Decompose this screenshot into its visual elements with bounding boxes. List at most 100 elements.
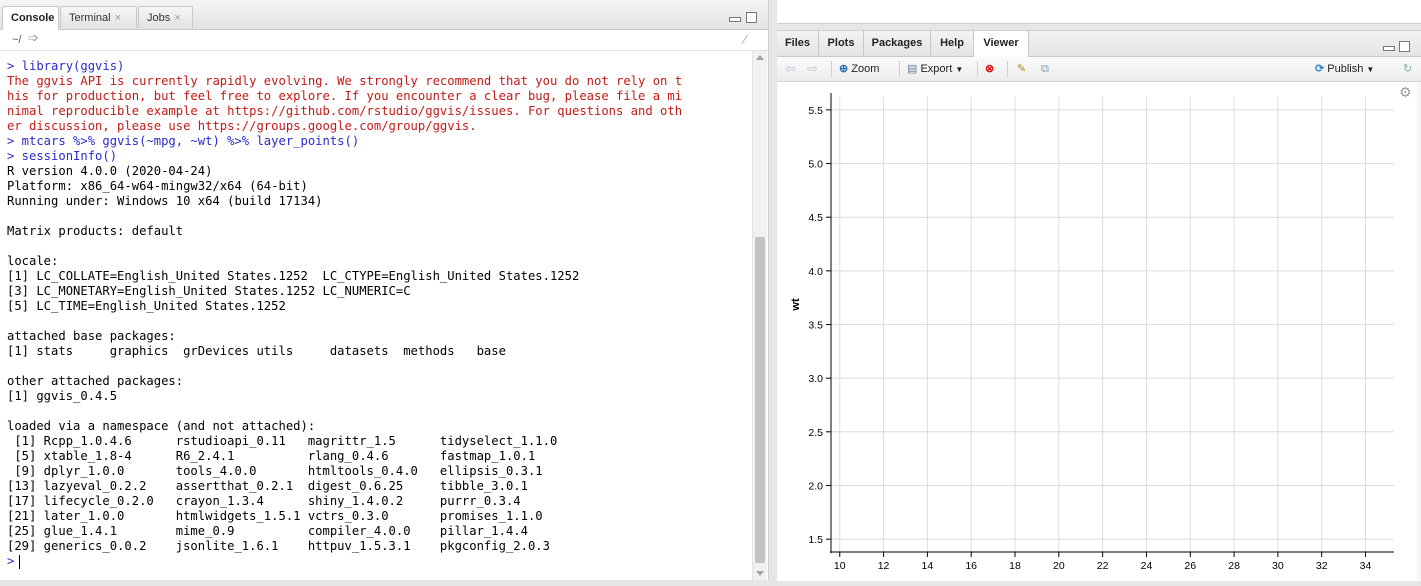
tab-jobs[interactable]: Jobs × [138,6,193,28]
console-prompt: > [7,554,15,568]
viewer-tabbar: Files Plots Packages Help Viewer [777,31,1421,57]
toolbar-separator [831,61,832,77]
console-line: Matrix products: default [7,224,184,238]
console-line: er discussion, please use https://groups… [7,119,477,133]
viewer-toolbar: ⇦ ⇨ ⊕ Zoom ▤ Export ▼ ⊗ ✎ ⧉ ⟳ Publish ▼ … [777,57,1421,82]
y-tick-label: 4.5 [808,212,823,224]
x-tick-label: 20 [1053,560,1065,572]
tab-packages[interactable]: Packages [864,31,931,56]
console-scrollbar[interactable] [752,51,767,580]
forward-arrow-icon[interactable]: ⇨ [807,61,818,77]
tab-files[interactable]: Files [777,31,819,56]
console-prompt-line[interactable]: > [7,554,747,569]
clear-console-icon[interactable]: ⁄ [744,32,746,47]
console-line: Platform: x86_64-w64-mingw32/x64 (64-bit… [7,179,308,193]
x-tick-label: 34 [1360,560,1372,572]
tab-help-label: Help [940,37,964,49]
console-line: [5] LC_TIME=English_United States.1252 [7,299,286,313]
maximize-icon[interactable] [746,12,757,23]
close-icon[interactable]: × [174,12,180,24]
tab-viewer-label: Viewer [983,37,1019,49]
tab-jobs-label: Jobs [147,12,171,24]
console-line: > library(ggvis) [7,59,125,73]
toolbar-separator [899,61,900,77]
viewer-scrollbar[interactable] [1417,83,1421,581]
tab-help[interactable]: Help [931,31,974,56]
minimize-icon[interactable] [729,17,741,22]
console-pane: Console Terminal × Jobs × ~/ ➩ ⁄ > library… [0,0,769,580]
console-line: [1] Rcpp_1.0.4.6 rstudioapi_0.11 magritt… [7,434,558,448]
tab-terminal[interactable]: Terminal × [60,6,137,28]
console-line: [1] ggvis_0.4.5 [7,389,118,403]
console-line: [13] lazyeval_0.2.2 assertthat_0.2.1 dig… [7,479,528,493]
console-line: [1] LC_COLLATE=English_United States.125… [7,269,580,283]
y-tick-label: 4.0 [808,266,823,278]
zoom-button[interactable]: ⊕ Zoom [839,61,879,77]
toolbar-separator [977,61,978,77]
close-icon[interactable]: × [115,12,121,24]
console-line: his for production, but feel free to exp… [7,89,683,103]
back-arrow-icon[interactable]: ⇦ [785,61,796,77]
y-tick-label: 1.5 [808,534,823,546]
console-line: The ggvis API is currently rapidly evolv… [7,74,683,88]
x-tick-label: 26 [1184,560,1196,572]
y-tick-label: 5.0 [808,159,823,171]
clear-icon[interactable]: ⊗ [985,61,994,77]
export-icon: ▤ [907,63,918,75]
popout-icon[interactable]: ⧉ [1041,61,1049,77]
gear-icon[interactable]: ⚙ [1399,85,1412,101]
publish-button[interactable]: ⟳ Publish ▼ [1315,61,1374,77]
tab-packages-label: Packages [871,37,923,49]
tab-console[interactable]: Console [2,6,59,30]
console-line: attached base packages: [7,329,176,343]
console-line: [29] generics_0.0.2 jsonlite_1.6.1 httpu… [7,539,550,553]
scroll-up-icon[interactable] [756,55,764,60]
broom-icon[interactable]: ✎ [1017,61,1026,77]
console-line: R version 4.0.0 (2020-04-24) [7,164,213,178]
minimize-icon[interactable] [1383,46,1395,51]
console-line: [21] later_1.0.0 htmlwidgets_1.5.1 vctrs… [7,509,543,523]
zoom-label: Zoom [851,63,880,75]
zoom-icon: ⊕ [839,63,849,75]
publish-icon: ⟳ [1315,63,1325,75]
x-tick-label: 16 [965,560,977,572]
chevron-down-icon: ▼ [1366,65,1375,74]
working-dir: ~/ [12,34,22,46]
scroll-down-icon[interactable] [756,571,764,576]
tab-plots[interactable]: Plots [819,31,864,56]
console-output[interactable]: > library(ggvis) The ggvis API is current… [7,59,747,569]
environment-pane-collapsed [777,0,1421,24]
export-button[interactable]: ▤ Export ▼ [907,61,963,77]
x-tick-label: 22 [1097,560,1109,572]
tab-plots-label: Plots [827,37,855,49]
tab-console-label: Console [11,12,55,24]
tab-viewer[interactable]: Viewer [974,31,1029,57]
tab-terminal-label: Terminal [69,12,111,24]
console-tabbar: Console Terminal × Jobs × [0,0,768,30]
console-line: [1] stats graphics grDevices utils datas… [7,344,506,358]
scrollbar-thumb[interactable] [755,237,765,563]
x-tick-label: 14 [922,560,934,572]
console-line: loaded via a namespace (and not attached… [7,419,316,433]
publish-label: Publish [1327,63,1364,75]
y-tick-label: 2.5 [808,427,823,439]
x-tick-label: 28 [1228,560,1240,572]
console-line: Running under: Windows 10 x64 (build 171… [7,194,323,208]
export-label: Export [920,63,953,75]
x-tick-label: 24 [1141,560,1153,572]
refresh-icon[interactable]: ↻ [1403,61,1412,77]
goto-dir-icon[interactable]: ➩ [28,30,39,46]
x-tick-label: 30 [1272,560,1284,572]
y-tick-label: 5.5 [808,105,823,117]
console-line: locale: [7,254,59,268]
y-tick-label: 3.0 [808,373,823,385]
maximize-icon[interactable] [1399,41,1410,52]
console-line: nimal reproducible example at https://gi… [7,104,683,118]
chevron-down-icon: ▼ [955,65,964,74]
console-line: other attached packages: [7,374,184,388]
console-line: [9] dplyr_1.0.0 tools_4.0.0 htmltools_0.… [7,464,543,478]
